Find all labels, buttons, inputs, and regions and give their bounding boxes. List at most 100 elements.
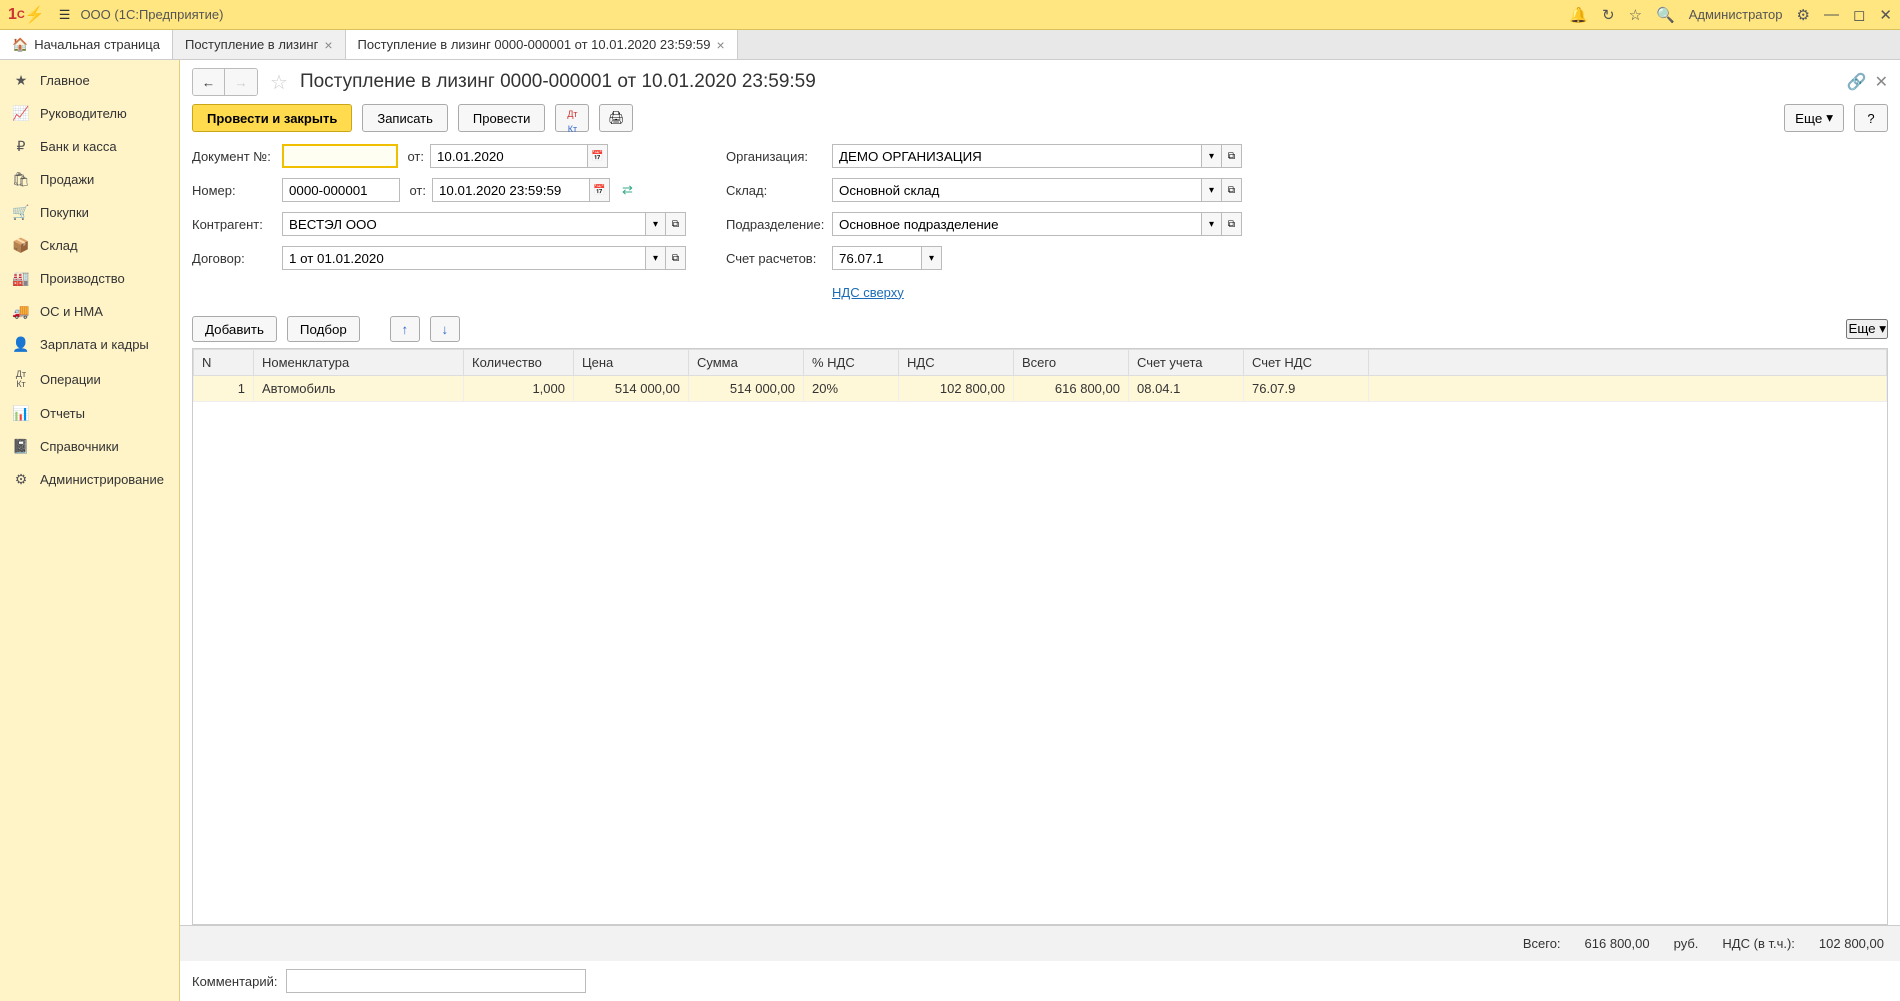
dropdown-icon[interactable]: ▾ [1202, 144, 1222, 168]
maximize-icon[interactable]: ◻ [1853, 6, 1865, 24]
comment-input[interactable] [286, 969, 586, 993]
cell-nomen[interactable]: Автомобиль [254, 376, 464, 402]
sidebar-item-main[interactable]: ★Главное [0, 64, 179, 97]
sidebar-item-label: Покупки [40, 205, 89, 220]
sidebar-item-sales[interactable]: 🛍Продажи [0, 163, 179, 196]
contragent-input[interactable] [282, 212, 646, 236]
date1-input[interactable] [430, 144, 588, 168]
minimize-icon[interactable]: — [1824, 6, 1839, 23]
th-n[interactable]: N [194, 350, 254, 376]
th-nds[interactable]: НДС [899, 350, 1014, 376]
close-panel-icon[interactable]: ✕ [1875, 72, 1888, 92]
dropdown-icon[interactable]: ▾ [1202, 178, 1222, 202]
th-total[interactable]: Всего [1014, 350, 1129, 376]
close-icon[interactable]: ✕ [1879, 6, 1892, 24]
nav-back-button[interactable]: ← [193, 69, 225, 95]
print-button[interactable]: 🖨 [599, 104, 633, 132]
tab-close-icon[interactable]: × [716, 37, 724, 53]
warehouse-input[interactable] [832, 178, 1202, 202]
post-and-close-button[interactable]: Провести и закрыть [192, 104, 352, 132]
sidebar-item-admin[interactable]: ⚙Администрирование [0, 463, 179, 496]
hamburger-icon[interactable]: ☰ [59, 7, 71, 23]
sidebar-item-production[interactable]: 🏭Производство [0, 262, 179, 295]
write-button[interactable]: Записать [362, 104, 448, 132]
history-icon[interactable]: ↻ [1602, 6, 1615, 24]
org-input[interactable] [832, 144, 1202, 168]
open-icon[interactable]: ⧉ [666, 246, 686, 270]
settings-icon[interactable]: ⚙ [1797, 6, 1810, 24]
doc-no-input[interactable] [282, 144, 398, 168]
th-nomen[interactable]: Номенклатура [254, 350, 464, 376]
table-row[interactable]: 1 Автомобиль 1,000 514 000,00 514 000,00… [194, 376, 1887, 402]
cell-nds[interactable]: 102 800,00 [899, 376, 1014, 402]
th-sum[interactable]: Сумма [689, 350, 804, 376]
favorite-star-icon[interactable]: ☆ [270, 70, 288, 95]
th-spacer [1369, 350, 1887, 376]
dropdown-icon[interactable]: ▾ [646, 246, 666, 270]
dropdown-icon[interactable]: ▾ [922, 246, 942, 270]
account-input[interactable] [832, 246, 922, 270]
dropdown-icon[interactable]: ▾ [1202, 212, 1222, 236]
post-button[interactable]: Провести [458, 104, 546, 132]
move-down-button[interactable]: ↓ [430, 316, 460, 342]
th-nds-pct[interactable]: % НДС [804, 350, 899, 376]
cell-n[interactable]: 1 [194, 376, 254, 402]
sidebar-item-warehouse[interactable]: 📦Склад [0, 229, 179, 262]
contract-input[interactable] [282, 246, 646, 270]
nds-link[interactable]: НДС сверху [832, 285, 904, 300]
sidebar-item-manager[interactable]: 📈Руководителю [0, 97, 179, 130]
tab-leasing-doc[interactable]: Поступление в лизинг 0000-000001 от 10.0… [346, 30, 738, 59]
th-qty[interactable]: Количество [464, 350, 574, 376]
sidebar-item-reports[interactable]: 📊Отчеты [0, 397, 179, 430]
open-icon[interactable]: ⧉ [666, 212, 686, 236]
total-value: 616 800,00 [1585, 936, 1650, 951]
calendar-icon[interactable]: 📅 [590, 178, 610, 202]
cell-acc-nds[interactable]: 76.07.9 [1244, 376, 1369, 402]
link-icon[interactable]: 🔗 [1847, 72, 1867, 92]
th-acc[interactable]: Счет учета [1129, 350, 1244, 376]
sidebar-item-references[interactable]: 📓Справочники [0, 430, 179, 463]
table-more-button[interactable]: Еще ▾ [1846, 319, 1888, 339]
cell-total[interactable]: 616 800,00 [1014, 376, 1129, 402]
search-icon[interactable]: 🔍 [1656, 6, 1675, 24]
nav-forward-button[interactable]: → [225, 69, 257, 95]
cell-qty[interactable]: 1,000 [464, 376, 574, 402]
cell-sum[interactable]: 514 000,00 [689, 376, 804, 402]
bell-icon[interactable]: 🔔 [1569, 6, 1588, 24]
open-icon[interactable]: ⧉ [1222, 212, 1242, 236]
nds-value: 102 800,00 [1819, 936, 1884, 951]
dtct-button[interactable]: ДтКт [555, 104, 589, 132]
user-label[interactable]: Администратор [1689, 7, 1783, 22]
move-up-button[interactable]: ↑ [390, 316, 420, 342]
select-button[interactable]: Подбор [287, 316, 360, 342]
tab-home[interactable]: 🏠 Начальная страница [0, 30, 173, 59]
date2-input[interactable] [432, 178, 590, 202]
open-icon[interactable]: ⧉ [1222, 178, 1242, 202]
division-input[interactable] [832, 212, 1202, 236]
cell-acc[interactable]: 08.04.1 [1129, 376, 1244, 402]
sidebar-item-bank[interactable]: ₽Банк и касса [0, 130, 179, 163]
cell-nds-pct[interactable]: 20% [804, 376, 899, 402]
sidebar-item-hr[interactable]: 👤Зарплата и кадры [0, 328, 179, 361]
sidebar-item-assets[interactable]: 🚚ОС и НМА [0, 295, 179, 328]
calendar-icon[interactable]: 📅 [588, 144, 608, 168]
help-button[interactable]: ? [1854, 104, 1888, 132]
dropdown-icon[interactable]: ▾ [646, 212, 666, 236]
tab-leasing-list[interactable]: Поступление в лизинг × [173, 30, 346, 59]
sync-icon[interactable]: ⇄ [622, 182, 633, 198]
more-button[interactable]: Еще ▾ [1784, 104, 1844, 132]
th-acc-nds[interactable]: Счет НДС [1244, 350, 1369, 376]
number-input[interactable] [282, 178, 400, 202]
sidebar-item-operations[interactable]: ДтКтОперации [0, 361, 179, 397]
cell-price[interactable]: 514 000,00 [574, 376, 689, 402]
currency-label: руб. [1674, 936, 1699, 951]
sidebar-item-label: Зарплата и кадры [40, 337, 149, 352]
tab-close-icon[interactable]: × [324, 37, 332, 53]
truck-icon: 🚚 [12, 303, 30, 320]
sidebar-item-purchases[interactable]: 🛒Покупки [0, 196, 179, 229]
th-price[interactable]: Цена [574, 350, 689, 376]
sidebar-item-label: Администрирование [40, 472, 164, 487]
star-icon[interactable]: ☆ [1629, 6, 1642, 24]
open-icon[interactable]: ⧉ [1222, 144, 1242, 168]
add-row-button[interactable]: Добавить [192, 316, 277, 342]
